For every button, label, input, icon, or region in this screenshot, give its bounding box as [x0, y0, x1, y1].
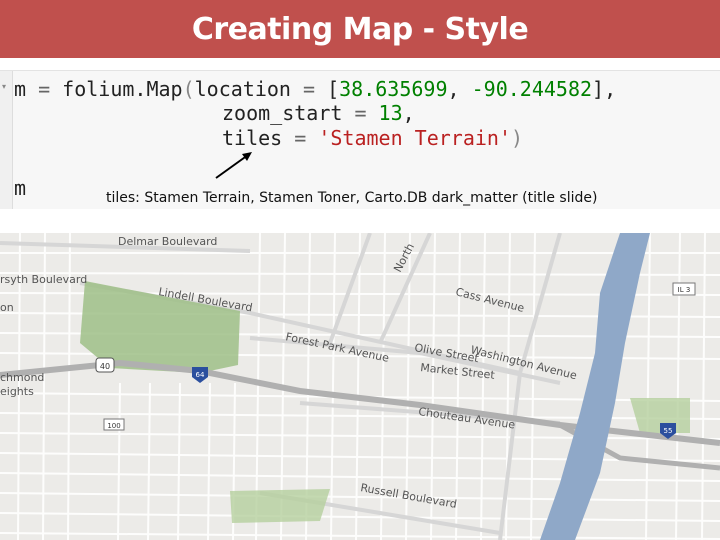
- arg-location: location: [194, 77, 291, 101]
- svg-text:55: 55: [664, 427, 673, 435]
- svg-text:64: 64: [196, 371, 205, 379]
- comma2: ,: [402, 101, 415, 125]
- code-line-4: m: [14, 176, 27, 200]
- op-eq2: =: [290, 77, 328, 101]
- op-eq: =: [26, 77, 63, 101]
- zoom-value: 13: [378, 101, 403, 125]
- code-line-3: tiles = 'Stamen Terrain'): [222, 126, 523, 150]
- label-heights: eights: [0, 385, 34, 398]
- code-gutter: ▾: [0, 71, 13, 209]
- bracket-open: [: [327, 77, 340, 101]
- svg-text:40: 40: [100, 362, 110, 371]
- svg-text:100: 100: [107, 422, 120, 430]
- paren-close: ): [511, 126, 524, 150]
- op-eq3: =: [342, 101, 379, 125]
- op-eq4: =: [282, 126, 319, 150]
- map-tiles: Delmar Boulevard rsyth Boulevard on Lind…: [0, 233, 720, 540]
- code-line-2: zoom_start = 13,: [222, 101, 415, 125]
- var-m: m: [14, 77, 27, 101]
- shield-il3: IL 3: [672, 282, 696, 296]
- tiles-value: 'Stamen Terrain': [318, 126, 511, 150]
- label-on: on: [0, 301, 14, 314]
- pointer-arrow-icon: [215, 152, 252, 179]
- shield-us40: 40: [95, 357, 115, 373]
- slide-title: Creating Map - Style: [191, 11, 529, 47]
- shield-r100: 100: [103, 418, 125, 431]
- tiles-caption: tiles: Stamen Terrain, Stamen Toner, Car…: [106, 190, 598, 206]
- slide-header: Creating Map - Style: [0, 0, 720, 58]
- code-cell[interactable]: ▾ m = folium.Map(location = [38.635699, …: [0, 70, 720, 209]
- lon-value: -90.244582: [471, 77, 593, 101]
- label-delmar: Delmar Boulevard: [118, 235, 217, 248]
- code-line-1: m = folium.Map(location = [38.635699, -9…: [14, 77, 616, 101]
- map-view[interactable]: Delmar Boulevard rsyth Boulevard on Lind…: [0, 233, 720, 540]
- arg-tiles: tiles: [222, 126, 283, 150]
- label-richmond: chmond: [0, 371, 44, 384]
- paren-open: (: [182, 77, 195, 101]
- call-folium-map: folium.Map: [62, 77, 183, 101]
- comma: ,: [447, 77, 472, 101]
- fold-icon[interactable]: ▾: [2, 82, 6, 91]
- bracket-close: ],: [592, 77, 617, 101]
- label-forsyth: rsyth Boulevard: [0, 273, 87, 286]
- svg-text:IL 3: IL 3: [678, 286, 691, 294]
- arg-zoom-start: zoom_start: [222, 101, 343, 125]
- lat-value: 38.635699: [339, 77, 448, 101]
